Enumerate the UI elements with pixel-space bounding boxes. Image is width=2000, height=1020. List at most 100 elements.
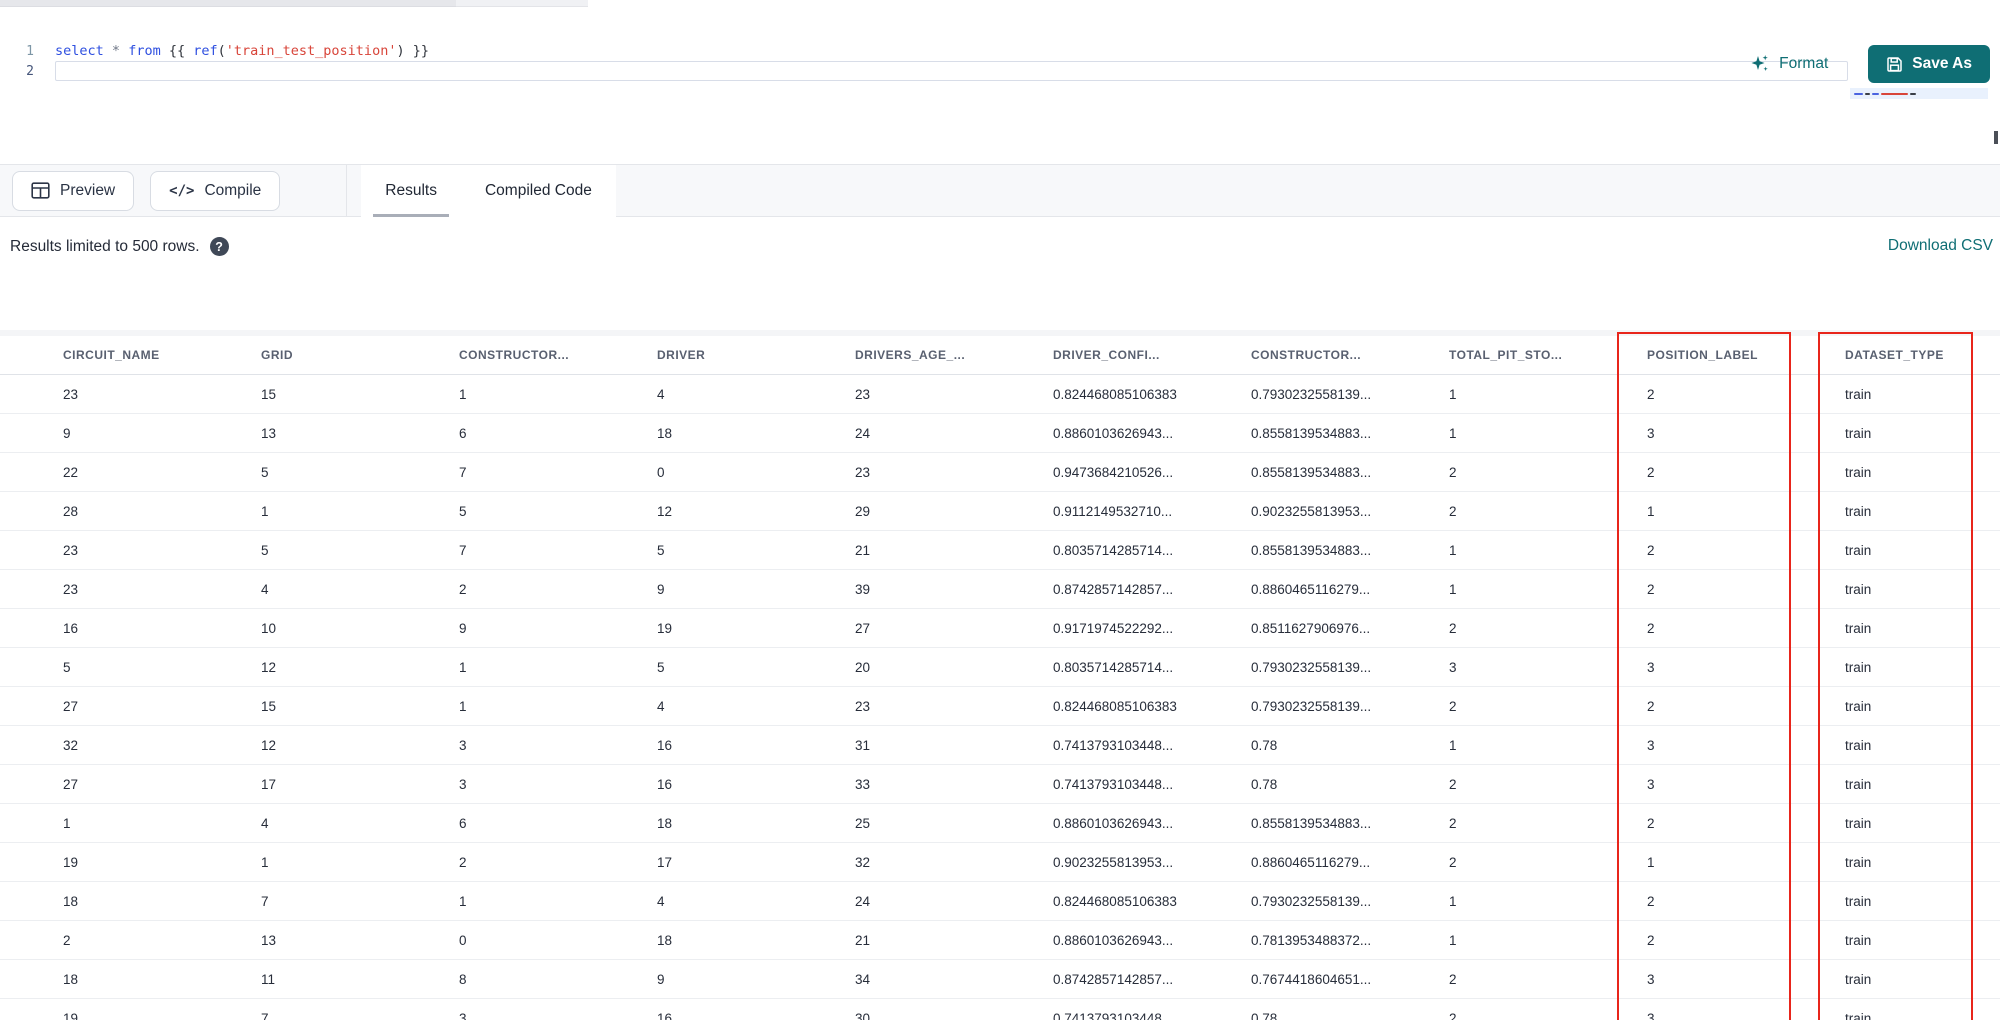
cell-dataset-type: train <box>1845 425 1872 441</box>
cell-grid: 1 <box>261 503 269 519</box>
sql-editor[interactable]: Format Save As 1 select * from {{ ref('t… <box>0 41 2000 164</box>
help-icon[interactable]: ? <box>209 237 229 256</box>
cell-constructor: 6 <box>459 815 467 831</box>
editor-minimap[interactable] <box>1850 88 1988 99</box>
cell-position-label: 3 <box>1647 1010 1655 1020</box>
cell-constructor-confidence: 0.9023255813953... <box>1251 503 1372 519</box>
cell-total-pit-stops: 1 <box>1449 581 1457 597</box>
table-header-row: CIRCUIT_NAME GRID CONSTRUCTOR... DRIVER … <box>0 336 2000 375</box>
cell-circuit-name: 2 <box>63 932 71 948</box>
cell-dataset-type: train <box>1845 698 1872 714</box>
cell-position-label: 3 <box>1647 971 1655 987</box>
cell-driver-confidence: 0.8860103626943... <box>1053 425 1174 441</box>
cell-position-label: 2 <box>1647 698 1655 714</box>
cell-driver: 9 <box>657 581 665 597</box>
cell-position-label: 2 <box>1647 932 1655 948</box>
code-line-2[interactable]: 2 <box>0 61 2000 81</box>
cell-constructor-confidence: 0.8558139534883... <box>1251 815 1372 831</box>
cell-position-label: 3 <box>1647 776 1655 792</box>
preview-button[interactable]: Preview <box>12 170 135 211</box>
tab-compiled-code[interactable]: Compiled Code <box>460 164 616 217</box>
cell-drivers-age: 32 <box>855 854 871 870</box>
cell-position-label: 1 <box>1647 854 1655 870</box>
cell-driver: 5 <box>657 542 665 558</box>
cell-total-pit-stops: 1 <box>1449 542 1457 558</box>
cell-position-label: 3 <box>1647 737 1655 753</box>
cell-grid: 11 <box>261 971 276 987</box>
code-line-1[interactable]: 1 select * from {{ ref('train_test_posit… <box>0 41 2000 61</box>
results-panel: Preview </> Compile Results Compiled Cod… <box>0 164 2000 1020</box>
cell-constructor: 1 <box>459 893 467 909</box>
cell-dataset-type: train <box>1845 542 1872 558</box>
cell-dataset-type: train <box>1845 776 1872 792</box>
cell-constructor: 6 <box>459 425 467 441</box>
cell-driver-confidence: 0.7413793103448... <box>1053 776 1174 792</box>
cell-dataset-type: train <box>1845 659 1872 675</box>
cell-drivers-age: 20 <box>855 659 871 675</box>
cell-dataset-type: train <box>1845 503 1872 519</box>
format-button[interactable]: Format <box>1750 54 1828 74</box>
cell-grid: 17 <box>261 776 277 792</box>
dbt-ide-app: Format Save As 1 select * from {{ ref('t… <box>0 0 2000 1020</box>
cell-total-pit-stops: 2 <box>1449 698 1457 714</box>
cell-driver-confidence: 0.824468085106383 <box>1053 698 1177 714</box>
active-line-highlight[interactable] <box>55 61 1848 81</box>
cell-driver-confidence: 0.7413793103448... <box>1053 737 1174 753</box>
results-info-bar: Results limited to 500 rows. ? Download … <box>0 217 2000 330</box>
tab-results[interactable]: Results <box>361 164 461 217</box>
column-header: DATASET_TYPE <box>1845 348 1944 362</box>
cell-total-pit-stops: 2 <box>1449 620 1457 636</box>
download-csv-link[interactable]: Download CSV <box>1888 237 1993 255</box>
cell-constructor-confidence: 0.7930232558139... <box>1251 659 1372 675</box>
cell-constructor: 3 <box>459 1010 467 1020</box>
column-header: POSITION_LABEL <box>1647 348 1759 362</box>
cell-total-pit-stops: 2 <box>1449 971 1457 987</box>
code-icon: </> <box>169 182 195 199</box>
cell-total-pit-stops: 2 <box>1449 464 1457 480</box>
save-as-button[interactable]: Save As <box>1868 45 1990 83</box>
cell-grid: 10 <box>261 620 277 636</box>
cell-circuit-name: 9 <box>63 425 71 441</box>
cell-driver: 16 <box>657 776 673 792</box>
cell-constructor: 2 <box>459 581 467 597</box>
cell-position-label: 1 <box>1647 503 1655 519</box>
cell-dataset-type: train <box>1845 932 1872 948</box>
editor-toolbar: Format Save As <box>1750 41 2000 87</box>
cell-drivers-age: 25 <box>855 815 871 831</box>
cell-driver-confidence: 0.824468085106383 <box>1053 386 1177 402</box>
cell-driver-confidence: 0.8860103626943... <box>1053 815 1174 831</box>
code-area[interactable]: 1 select * from {{ ref('train_test_posit… <box>0 41 2000 81</box>
cell-driver: 18 <box>657 932 673 948</box>
results-table: CIRCUIT_NAME GRID CONSTRUCTOR... DRIVER … <box>0 330 2000 1020</box>
cell-circuit-name: 1 <box>63 815 71 831</box>
results-tabs: Results Compiled Code <box>361 164 616 217</box>
cell-position-label: 2 <box>1647 386 1655 402</box>
cell-constructor: 3 <box>459 737 467 753</box>
sparkles-icon <box>1750 54 1770 74</box>
cell-driver: 9 <box>657 971 665 987</box>
cell-drivers-age: 23 <box>855 464 871 480</box>
top-tab-strip <box>0 0 2000 7</box>
table-row: 9 13 6 18 24 0.8860103626943... 0.855813… <box>0 414 2000 453</box>
cell-constructor-confidence: 0.8860465116279... <box>1251 854 1371 870</box>
cell-position-label: 2 <box>1647 542 1655 558</box>
cell-driver: 16 <box>657 1010 673 1020</box>
cell-drivers-age: 31 <box>855 737 871 753</box>
cell-circuit-name: 23 <box>63 542 79 558</box>
top-tab-strip-segment-active <box>456 0 588 7</box>
editor-scrollbar[interactable] <box>1994 131 1998 144</box>
cell-drivers-age: 21 <box>855 542 871 558</box>
table-row: 23 5 7 5 21 0.8035714285714... 0.8558139… <box>0 531 2000 570</box>
cell-driver: 4 <box>657 698 665 714</box>
top-tab-strip-segment <box>0 0 456 7</box>
cell-circuit-name: 19 <box>63 854 79 870</box>
cell-position-label: 2 <box>1647 620 1655 636</box>
cell-grid: 13 <box>261 932 277 948</box>
cell-position-label: 2 <box>1647 581 1655 597</box>
cell-circuit-name: 18 <box>63 971 79 987</box>
cell-grid: 15 <box>261 698 277 714</box>
compile-button[interactable]: </> Compile <box>150 170 281 211</box>
cell-circuit-name: 19 <box>63 1010 79 1020</box>
cell-driver-confidence: 0.7413793103448... <box>1053 1010 1174 1020</box>
cell-total-pit-stops: 3 <box>1449 659 1457 675</box>
